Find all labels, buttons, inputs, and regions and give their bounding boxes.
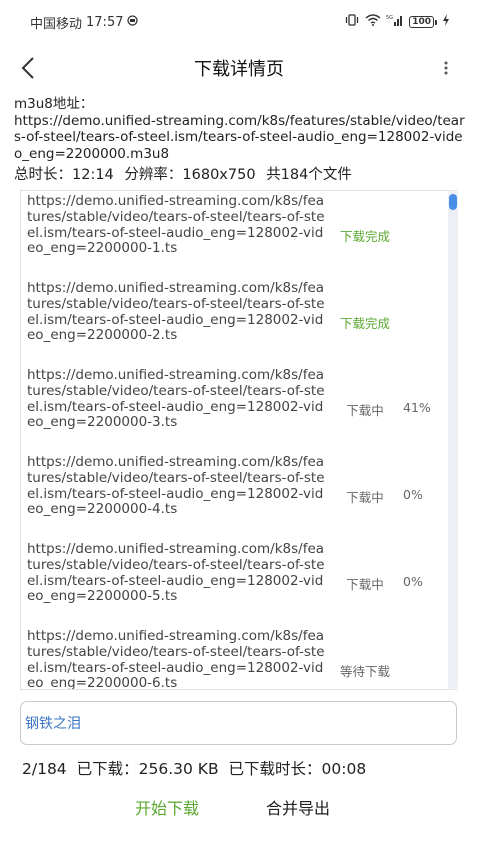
- file-progress: 0%: [403, 487, 423, 502]
- merge-export-button[interactable]: 合并导出: [266, 795, 330, 819]
- file-list[interactable]: https://demo.unified-streaming.com/k8s/f…: [20, 190, 457, 690]
- scrollbar-thumb[interactable]: [449, 194, 457, 210]
- battery-icon: 100: [409, 16, 437, 28]
- start-download-button[interactable]: 开始下载: [135, 795, 199, 819]
- resolution-value: 1680x750: [182, 167, 256, 183]
- file-url: https://demo.unified-streaming.com/k8s/f…: [27, 280, 325, 344]
- duration-label: 总时长：: [14, 167, 72, 183]
- m3u8-label: m3u8地址：: [14, 96, 94, 112]
- file-progress: [403, 194, 451, 226]
- action-bar: 开始下载 合并导出: [0, 795, 478, 825]
- file-url: https://demo.unified-streaming.com/k8s/f…: [27, 541, 325, 605]
- app-bar: 下载详情页: [0, 46, 478, 90]
- wifi-icon: [365, 14, 381, 30]
- file-row[interactable]: https://demo.unified-streaming.com/k8s/f…: [21, 539, 451, 626]
- file-row[interactable]: https://demo.unified-streaming.com/k8s/f…: [21, 452, 451, 539]
- download-stats: 2/184 已下载：256.30 KB 已下载时长：00:08: [22, 757, 366, 779]
- signal-icon: 5G: [386, 14, 404, 30]
- duration-value: 12:14: [72, 167, 114, 183]
- status-left: 中国移动 17:57: [30, 13, 139, 32]
- video-name-input[interactable]: [25, 715, 456, 731]
- file-status: 下载中: [346, 490, 384, 505]
- list-scrollbar[interactable]: [448, 190, 458, 690]
- file-status: 下载完成: [339, 229, 390, 244]
- charging-icon: [442, 14, 450, 30]
- back-arrow-icon[interactable]: [14, 52, 42, 84]
- resolution-label: 分辨率：: [124, 167, 183, 183]
- file-row[interactable]: https://demo.unified-streaming.com/k8s/f…: [21, 278, 451, 365]
- downloaded-label: 已下载：: [76, 760, 139, 778]
- m3u8-url: https://demo.unified-streaming.com/k8s/f…: [14, 112, 465, 162]
- file-status: 下载完成: [339, 316, 390, 331]
- file-status: 下载中: [346, 577, 384, 592]
- file-url: https://demo.unified-streaming.com/k8s/f…: [27, 367, 325, 431]
- file-progress: [403, 629, 451, 661]
- video-summary: 总时长：12:14 分辨率：1680x750 共184个文件: [14, 163, 466, 184]
- battery-level: 100: [409, 16, 434, 28]
- page-title: 下载详情页: [194, 59, 284, 80]
- status-right: 5G 100: [344, 14, 450, 30]
- file-count: 共184个文件: [266, 167, 352, 183]
- notification-icon: [127, 14, 139, 30]
- clock: 17:57: [86, 14, 124, 30]
- file-row[interactable]: https://demo.unified-streaming.com/k8s/f…: [21, 626, 451, 690]
- more-vertical-icon[interactable]: [438, 56, 454, 80]
- file-url: https://demo.unified-streaming.com/k8s/f…: [27, 454, 325, 518]
- downloaded-size: 256.30 KB: [138, 760, 219, 778]
- download-time: 00:08: [321, 760, 367, 778]
- m3u8-info: m3u8地址： https://demo.unified-streaming.c…: [14, 96, 466, 162]
- file-list-inner: https://demo.unified-streaming.com/k8s/f…: [21, 191, 451, 690]
- file-url: https://demo.unified-streaming.com/k8s/f…: [27, 193, 325, 257]
- file-status: 等待下载: [339, 664, 390, 679]
- file-progress: 41%: [403, 400, 431, 415]
- download-time-label: 已下载时长：: [228, 760, 322, 778]
- svg-text:5G: 5G: [386, 15, 393, 21]
- file-progress: [403, 281, 451, 313]
- download-count: 2/184: [22, 760, 67, 778]
- file-url: https://demo.unified-streaming.com/k8s/f…: [27, 628, 325, 690]
- vibrate-icon: [344, 14, 360, 30]
- file-status: 下载中: [346, 403, 384, 418]
- carrier-name: 中国移动: [30, 16, 83, 32]
- file-row[interactable]: https://demo.unified-streaming.com/k8s/f…: [21, 365, 451, 452]
- status-bar: 中国移动 17:57 5G 100: [0, 0, 478, 44]
- video-name-field[interactable]: [20, 701, 457, 745]
- file-row[interactable]: https://demo.unified-streaming.com/k8s/f…: [21, 191, 451, 278]
- file-progress: 0%: [403, 574, 423, 589]
